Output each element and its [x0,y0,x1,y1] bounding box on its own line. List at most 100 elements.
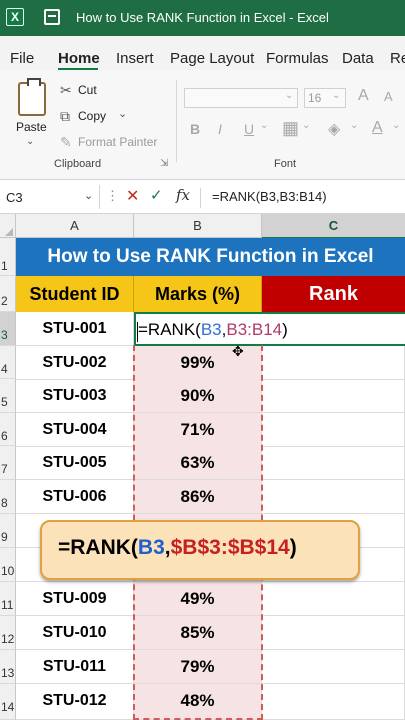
excel-logo-icon[interactable]: X [6,8,24,26]
clipboard-launcher-icon[interactable]: ⇲ [160,158,168,169]
row-header[interactable]: 9 [0,514,16,548]
tab-review[interactable]: Re [390,50,405,67]
student-id-cell[interactable]: STU-012 [16,684,134,720]
font-color-dropdown-icon[interactable]: ⌄ [392,120,400,131]
title-bar: X How to Use RANK Function in Excel - Ex… [0,0,405,36]
paste-button[interactable]: Paste [16,120,47,134]
student-id-cell[interactable]: STU-006 [16,480,134,514]
enter-icon[interactable]: ✓ [150,186,163,204]
fill-color-icon[interactable]: ◈ [328,119,340,139]
header-marks[interactable]: Marks (%) [134,276,262,312]
rank-cell[interactable] [262,616,405,650]
ribbon-home: Paste ⌄ ✂ Cut ⧉ Copy ⌄ ✎ Format Painter … [0,70,405,180]
column-header-b[interactable]: B [134,214,262,238]
decrease-font-icon[interactable]: A [384,89,393,104]
row-header[interactable]: 7 [0,446,16,480]
row-header[interactable]: 1 [0,238,16,276]
rank-cell[interactable] [262,413,405,447]
excel-window: X How to Use RANK Function in Excel - Ex… [0,0,405,720]
copy-dropdown-icon[interactable]: ⌄ [118,107,127,120]
rank-cell[interactable] [262,446,405,480]
row-header[interactable]: 5 [0,379,16,413]
column-headers: A B C [0,214,405,239]
more-icon: ⋮ [106,188,119,203]
underline-button[interactable]: U [244,121,254,137]
tab-home[interactable]: Home [58,50,100,67]
student-id-cell[interactable]: STU-001 [16,312,134,346]
header-rank[interactable]: Rank [262,276,405,312]
editing-formula: =RANK(B3,B3:B14) [138,320,288,339]
rank-cell[interactable] [262,684,405,720]
borders-dropdown-icon[interactable]: ⌄ [302,120,310,131]
move-cursor-icon: ✥ [232,343,244,359]
format-painter-icon[interactable]: ✎ [60,134,72,151]
callout-ref-b3: B3 [137,536,165,559]
font-color-icon[interactable]: A [372,119,383,137]
sheet-title-cell[interactable]: How to Use RANK Function in Excel [16,238,405,276]
ribbon-tabs: File Home Insert Page Layout Formulas Da… [0,36,405,71]
rank-cell[interactable] [262,379,405,413]
row-header[interactable]: 4 [0,346,16,379]
scissors-icon[interactable]: ✂ [60,82,72,99]
formula-divider [200,188,201,208]
borders-icon[interactable]: ▦ [282,118,299,139]
student-id-cell[interactable]: STU-009 [16,582,134,616]
column-header-a[interactable]: A [16,214,134,238]
font-name-chevron-icon[interactable]: ⌄ [285,90,293,101]
rank-cell[interactable] [262,582,405,616]
font-size-chevron-icon[interactable]: ⌄ [332,90,340,101]
select-all-button[interactable] [0,214,16,238]
insert-function-icon[interactable]: fx [176,186,190,204]
font-name-dropdown[interactable] [184,88,298,108]
fill-color-dropdown-icon[interactable]: ⌄ [350,120,358,131]
copy-icon[interactable]: ⧉ [60,108,70,125]
row-header[interactable]: 2 [0,276,16,312]
callout-formula: =RANK(B3,$B$3:$B$14) [58,536,297,559]
clipboard-group-label: Clipboard [54,158,102,170]
formula-bar: C3 ⌄ ⋮ ✕ ✓ fx =RANK(B3,B3:B14) [0,180,405,214]
row-header-selected[interactable]: 3 [0,312,16,346]
copy-button[interactable]: Copy [78,109,106,123]
row-header[interactable]: 10 [0,548,16,582]
tab-page-layout[interactable]: Page Layout [170,50,254,67]
increase-font-icon[interactable]: A [358,87,369,105]
name-box[interactable]: C3 ⌄ [0,185,100,209]
format-painter-button[interactable]: Format Painter [78,135,157,149]
rank-cell[interactable] [262,346,405,380]
student-id-cell[interactable]: STU-010 [16,616,134,650]
student-id-cell[interactable]: STU-002 [16,346,134,380]
student-id-cell[interactable]: STU-005 [16,446,134,480]
row-header[interactable]: 8 [0,480,16,514]
student-id-cell[interactable]: STU-003 [16,379,134,413]
name-box-chevron-icon[interactable]: ⌄ [84,189,93,202]
rank-cell[interactable] [262,650,405,684]
name-box-value: C3 [6,190,23,205]
tab-data[interactable]: Data [342,50,374,67]
paste-icon[interactable] [18,78,46,116]
underline-dropdown-icon[interactable]: ⌄ [260,120,268,131]
header-student-id[interactable]: Student ID [16,276,134,312]
paste-dropdown-icon[interactable]: ⌄ [26,136,34,147]
row-header[interactable]: 12 [0,616,16,650]
row-header[interactable]: 6 [0,413,16,446]
window-title: How to Use RANK Function in Excel - Exce… [76,10,329,25]
student-id-cell[interactable]: STU-011 [16,650,134,684]
tab-file[interactable]: File [10,50,34,67]
column-header-c[interactable]: C [262,214,405,239]
callout-absolute-range: $B$3:$B$14 [170,536,290,559]
row-header[interactable]: 13 [0,650,16,684]
formula-ref-range: B3:B14 [226,320,283,339]
bold-button[interactable]: B [190,121,200,137]
row-header[interactable]: 14 [0,684,16,720]
tab-insert[interactable]: Insert [116,50,154,67]
save-icon[interactable] [44,9,60,25]
rank-cell[interactable] [262,480,405,514]
row-header[interactable]: 11 [0,582,16,616]
italic-button[interactable]: I [218,121,222,137]
cancel-icon[interactable]: ✕ [126,186,139,206]
formula-input[interactable]: =RANK(B3,B3:B14) [212,189,327,204]
cut-button[interactable]: Cut [78,83,97,97]
student-id-cell[interactable]: STU-004 [16,413,134,447]
editing-cell[interactable]: =RANK(B3,B3:B14) [134,312,405,346]
tab-formulas[interactable]: Formulas [266,50,329,67]
